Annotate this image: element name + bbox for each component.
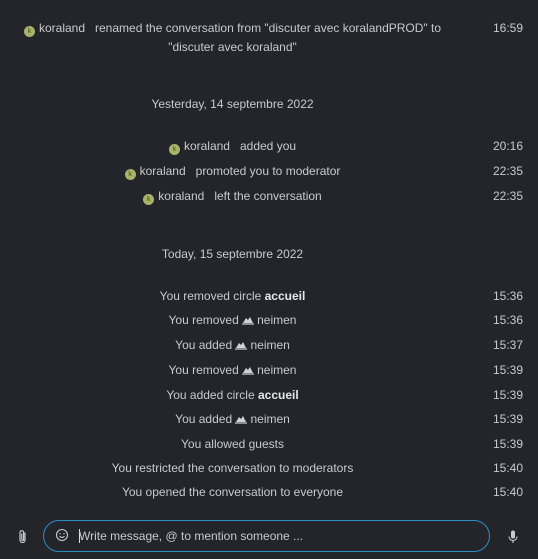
user-name[interactable]: neimen — [250, 338, 289, 352]
message-text: You added — [175, 412, 233, 426]
date-separator-today: Today, 15 septembre 2022 — [161, 247, 304, 261]
message-text: added you — [239, 139, 297, 153]
avatar[interactable]: k — [168, 144, 180, 155]
message-time: 15:36 — [492, 313, 523, 327]
user-name[interactable]: koraland — [158, 189, 204, 203]
message-time: 15:39 — [492, 412, 523, 426]
message-time: 16:59 — [492, 21, 523, 35]
message-time: 15:40 — [492, 485, 523, 499]
avatar[interactable]: k — [23, 26, 35, 37]
date-separator-yesterday: Yesterday, 14 septembre 2022 — [151, 97, 314, 111]
circle-name: accueil — [264, 289, 306, 303]
message-time: 15:36 — [492, 289, 523, 303]
message-text: You added — [175, 338, 233, 352]
message-time: 15:40 — [492, 461, 523, 475]
message-time: 15:37 — [492, 338, 523, 352]
message-time: 15:39 — [492, 388, 523, 402]
message-text: promoted you to moderator — [195, 164, 341, 178]
user-name[interactable]: neimen — [257, 313, 296, 327]
circle-name: accueil — [257, 388, 299, 402]
message-time: 22:35 — [492, 164, 523, 178]
message-input[interactable] — [79, 521, 477, 550]
message-text: left the conversation — [214, 189, 322, 203]
microphone-icon[interactable] — [508, 530, 518, 544]
message-text: You added circle — [166, 388, 255, 402]
message-composer[interactable] — [43, 520, 490, 552]
user-name[interactable]: koraland — [39, 21, 85, 35]
message-text-continued: "discuter avec koraland" — [168, 40, 297, 54]
user-avatar-icon[interactable] — [242, 365, 255, 375]
user-name[interactable]: koraland — [140, 164, 186, 178]
message-text: renamed the conversation from "discuter … — [95, 21, 442, 35]
user-name[interactable]: neimen — [250, 412, 289, 426]
message-time: 22:35 — [492, 189, 523, 203]
avatar[interactable]: k — [143, 194, 155, 205]
paperclip-icon[interactable] — [17, 529, 29, 545]
emoji-icon[interactable] — [55, 528, 69, 542]
user-name[interactable]: koraland — [184, 139, 230, 153]
message-time: 20:16 — [492, 139, 523, 153]
message-text: You allowed guests — [181, 437, 284, 451]
message-text: You removed — [168, 313, 239, 327]
message-text: You restricted the conversation to moder… — [111, 461, 354, 475]
user-avatar-icon[interactable] — [242, 315, 255, 325]
user-avatar-icon[interactable] — [235, 414, 248, 424]
message-text: You removed circle — [159, 289, 262, 303]
user-avatar-icon[interactable] — [235, 340, 248, 350]
avatar[interactable]: k — [124, 169, 136, 180]
message-time: 15:39 — [492, 363, 523, 377]
message-text: You removed — [168, 363, 239, 377]
message-time: 15:39 — [492, 437, 523, 451]
user-name[interactable]: neimen — [257, 363, 296, 377]
message-text: You opened the conversation to everyone — [121, 485, 344, 499]
